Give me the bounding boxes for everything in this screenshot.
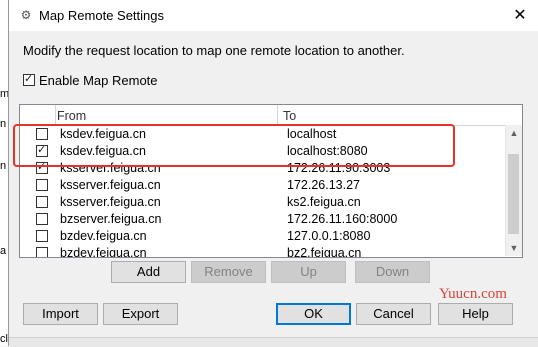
row-to-cell: 172.26.11.90:3003	[287, 161, 391, 175]
row-from-cell: bzdev.feigua.cn	[60, 246, 147, 258]
row-enabled-checkbox[interactable]	[36, 160, 48, 174]
table-row[interactable]: ksdev.feigua.cn localhost	[20, 126, 505, 143]
down-button[interactable]: Down	[355, 261, 430, 283]
row-from-cell: bzdev.feigua.cn	[60, 229, 147, 243]
row-enabled-checkbox[interactable]	[36, 196, 48, 208]
table-row[interactable]: bzdev.feigua.cn 127.0.0.1:8080	[20, 228, 505, 245]
row-to-cell: ks2.feigua.cn	[287, 195, 361, 209]
row-to-cell: 127.0.0.1:8080	[287, 229, 371, 243]
row-to-cell: localhost	[287, 127, 337, 141]
row-to-cell: 172.26.13.27	[287, 178, 360, 192]
ok-button[interactable]: OK	[276, 303, 351, 325]
enable-map-remote-checkbox[interactable]	[23, 72, 35, 86]
header-from[interactable]: From	[56, 105, 278, 125]
row-from-cell: ksdev.feigua.cn	[60, 127, 146, 141]
up-button[interactable]: Up	[271, 261, 346, 283]
table-row[interactable]: ksserver.feigua.cn 172.26.13.27	[20, 177, 505, 194]
enable-map-remote-row[interactable]: Enable Map Remote	[23, 72, 158, 88]
export-button[interactable]: Export	[103, 303, 178, 325]
add-button[interactable]: Add	[111, 261, 186, 283]
header-to[interactable]: To	[283, 105, 503, 125]
cancel-button[interactable]: Cancel	[356, 303, 431, 325]
row-from-cell: bzserver.feigua.cn	[60, 212, 162, 226]
map-remote-dialog: ⚙ Map Remote Settings ✕ Modify the reque…	[8, 0, 538, 347]
mappings-table[interactable]: From To ksdev.feigua.cnlocalhostksdev.fe…	[19, 104, 523, 258]
watermark-text: Yuucn.com	[439, 286, 507, 302]
close-button[interactable]: ✕	[501, 0, 538, 31]
table-row[interactable]: bzdev.feigua.cn bz2.feigua.cn	[20, 245, 505, 258]
row-enabled-checkbox[interactable]	[36, 128, 48, 140]
row-enabled-checkbox[interactable]	[36, 247, 48, 257]
table-header: From To	[20, 105, 505, 126]
settings-app-icon: ⚙	[20, 8, 32, 22]
row-enabled-checkbox[interactable]	[36, 213, 48, 225]
enable-map-remote-label: Enable Map Remote	[39, 72, 158, 88]
header-enabled-column[interactable]	[20, 105, 56, 125]
row-to-cell: 172.26.11.160:8000	[287, 212, 398, 226]
import-button[interactable]: Import	[23, 303, 98, 325]
row-to-cell: localhost:8080	[287, 144, 368, 158]
table-row[interactable]: ksserver.feigua.cn ks2.feigua.cn	[20, 194, 505, 211]
row-from-cell: ksserver.feigua.cn	[60, 161, 161, 175]
row-enabled-checkbox[interactable]	[36, 230, 48, 242]
table-body: ksdev.feigua.cn localhost ksdev.feigua.cn l…	[20, 126, 505, 258]
table-row[interactable]: bzserver.feigua.cn 172.26.11.160:8000	[20, 211, 505, 228]
scroll-thumb[interactable]	[508, 154, 519, 234]
row-enabled-checkbox[interactable]	[36, 143, 48, 157]
table-row[interactable]: ksserver.feigua.cn 172.26.11.90:3003	[20, 160, 505, 177]
row-to-cell: bz2.feigua.cn	[287, 246, 362, 258]
window-title: Map Remote Settings	[39, 8, 165, 23]
table-row[interactable]: ksdev.feigua.cn localhost:8080	[20, 143, 505, 160]
row-from-cell: ksserver.feigua.cn	[60, 178, 161, 192]
row-enabled-checkbox[interactable]	[36, 179, 48, 191]
scroll-up-icon[interactable]: ▲	[506, 125, 522, 141]
title-bar: ⚙ Map Remote Settings ✕	[9, 0, 538, 31]
help-button[interactable]: Help	[438, 303, 513, 325]
remove-button[interactable]: Remove	[191, 261, 266, 283]
description-text: Modify the request location to map one r…	[23, 43, 405, 58]
scroll-down-icon[interactable]: ▼	[506, 240, 522, 256]
table-scrollbar[interactable]: ▲ ▼	[505, 125, 522, 256]
row-from-cell: ksserver.feigua.cn	[60, 195, 161, 209]
row-from-cell: ksdev.feigua.cn	[60, 144, 146, 158]
